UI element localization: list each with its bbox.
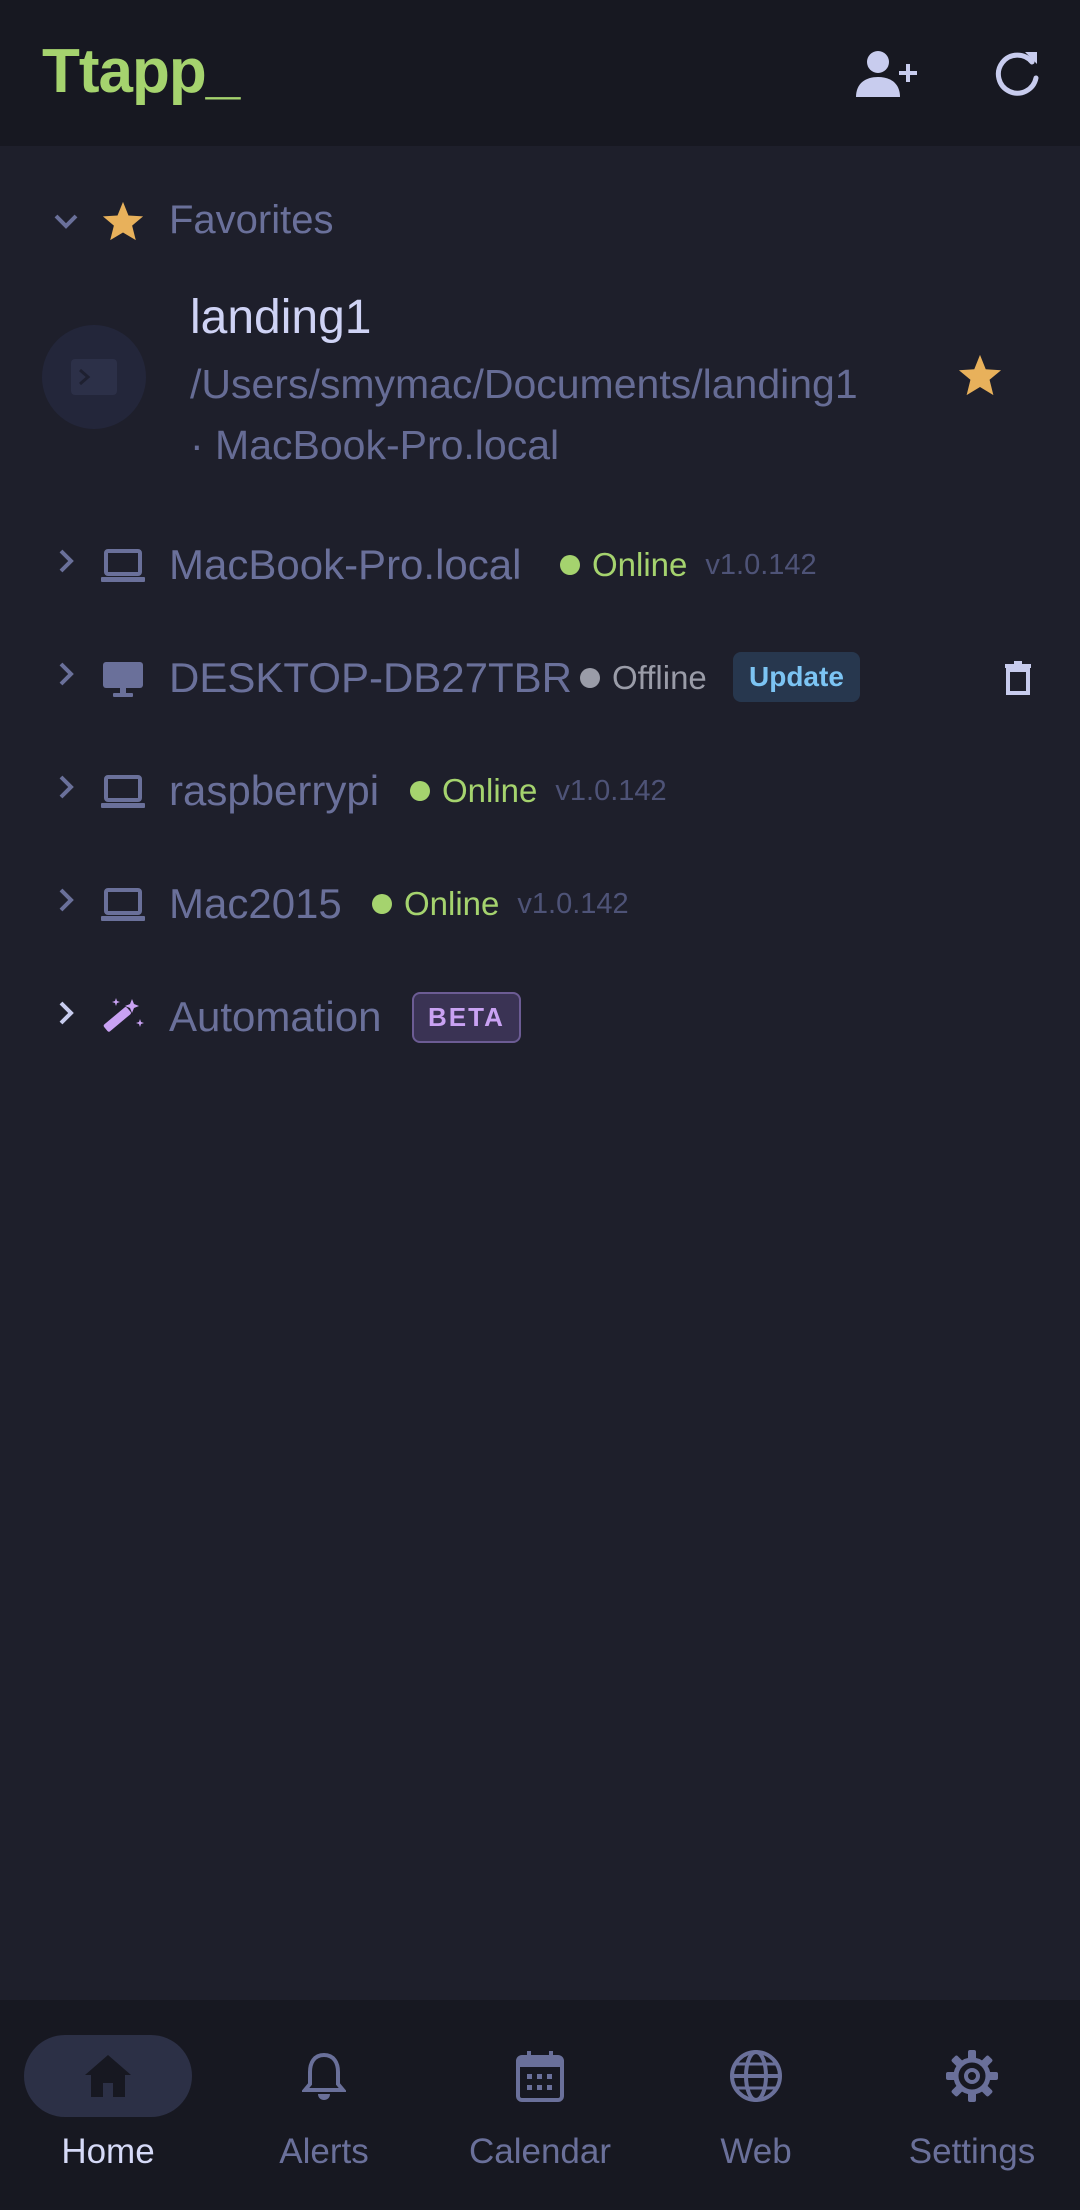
- chevron-right-icon: [46, 767, 86, 807]
- device-row[interactable]: raspberrypi Online v1.0.142: [0, 752, 1080, 832]
- device-row[interactable]: DESKTOP-DB27TBR Offline Update: [0, 639, 1080, 719]
- star-icon: [98, 196, 148, 246]
- status-group: Offline: [580, 659, 725, 697]
- version-text: v1.0.142: [517, 887, 629, 920]
- chevron-right-icon: [46, 541, 86, 581]
- laptop-icon: [98, 767, 148, 817]
- update-group: Update: [733, 652, 860, 702]
- nav-label: Settings: [908, 2132, 1036, 2171]
- device-name: raspberrypi: [169, 767, 380, 814]
- home-icon: [78, 2046, 138, 2106]
- device-row[interactable]: Mac2015 Online v1.0.142: [0, 865, 1080, 945]
- nav-calendar[interactable]: Calendar: [432, 2000, 648, 2210]
- refresh-button[interactable]: [982, 44, 1054, 104]
- chevron-down-icon: [46, 201, 86, 241]
- favorites-header[interactable]: Favorites: [0, 188, 1080, 254]
- device-name: Mac2015: [169, 880, 342, 927]
- device-row[interactable]: MacBook-Pro.local Online v1.0.142: [0, 526, 1080, 606]
- laptop-icon: [98, 880, 148, 930]
- beta-group: BETA: [412, 992, 521, 1043]
- status-text: Online: [592, 546, 688, 583]
- gear-icon: [942, 2046, 1002, 2106]
- delete-button[interactable]: [994, 653, 1042, 703]
- refresh-icon: [995, 52, 1039, 96]
- favorite-item[interactable]: landing1 /Users/smymac/Documents/landing…: [0, 280, 1080, 480]
- desktop-icon: [98, 654, 148, 704]
- status-text: Online: [404, 885, 500, 922]
- device-name: DESKTOP-DB27TBR: [169, 654, 572, 701]
- chevron-right-icon: [46, 880, 86, 920]
- terminal-avatar: [42, 325, 146, 429]
- favorites-label: Favorites: [169, 198, 334, 242]
- status-group: Online v1.0.142: [372, 885, 629, 923]
- status-group: Online v1.0.142: [410, 772, 667, 810]
- version-text: v1.0.142: [555, 774, 667, 807]
- nav-alerts[interactable]: Alerts: [216, 2000, 432, 2210]
- update-badge[interactable]: Update: [733, 652, 860, 702]
- status-dot: [410, 781, 430, 801]
- status-text: Offline: [612, 659, 707, 696]
- globe-icon: [726, 2046, 786, 2106]
- nav-label: Home: [61, 2132, 155, 2171]
- laptop-icon: [98, 541, 148, 591]
- automation-row[interactable]: Automation BETA: [0, 978, 1080, 1058]
- nav-label: Calendar: [468, 2132, 612, 2171]
- bell-icon: [294, 2046, 354, 2106]
- magic-wand-icon: [98, 993, 148, 1043]
- bottom-navigation: Home Alerts Calendar Web Settings: [0, 2000, 1080, 2210]
- nav-home[interactable]: Home: [0, 2000, 216, 2210]
- terminal-icon: [71, 359, 117, 395]
- beta-badge: BETA: [412, 992, 521, 1043]
- status-dot: [560, 555, 580, 575]
- status-dot: [372, 894, 392, 914]
- status-group: Online v1.0.142: [560, 546, 817, 584]
- person-add-icon: [856, 51, 917, 97]
- trash-icon: [1005, 661, 1031, 695]
- app-title: Ttapp_: [42, 37, 240, 106]
- status-dot: [580, 668, 600, 688]
- nav-web[interactable]: Web: [648, 2000, 864, 2210]
- favorite-path: /Users/smymac/Documents/landing1 · MacBo…: [190, 361, 858, 468]
- nav-settings[interactable]: Settings: [864, 2000, 1080, 2210]
- calendar-icon: [510, 2046, 570, 2106]
- nav-label: Alerts: [279, 2132, 369, 2171]
- automation-label: Automation: [169, 993, 382, 1040]
- status-text: Online: [442, 772, 538, 809]
- star-icon: [958, 354, 1002, 396]
- favorite-name: landing1: [190, 291, 372, 344]
- add-user-button[interactable]: [852, 44, 924, 104]
- nav-label: Web: [720, 2132, 792, 2171]
- device-name: MacBook-Pro.local: [169, 541, 522, 588]
- version-text: v1.0.142: [705, 548, 817, 581]
- top-app-bar: Ttapp_: [0, 0, 1080, 146]
- chevron-right-icon: [46, 654, 86, 694]
- unfavorite-star-button[interactable]: [954, 349, 1006, 401]
- chevron-right-icon: [46, 993, 86, 1033]
